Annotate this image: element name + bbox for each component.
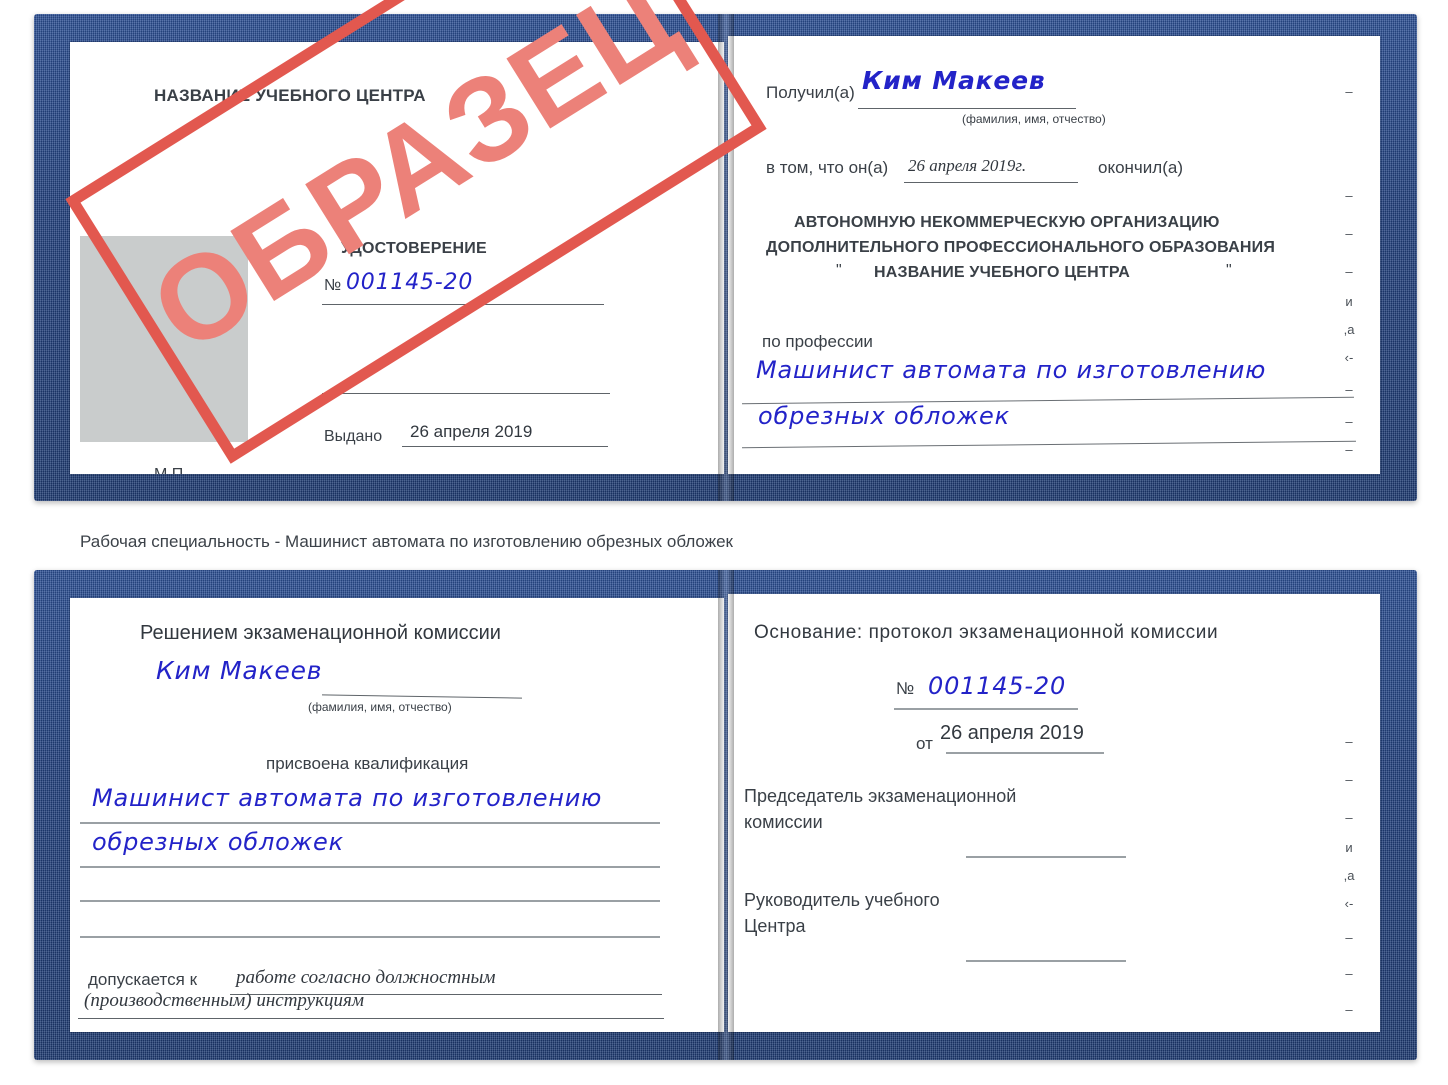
head-label-line-1: Руководитель учебного (744, 890, 940, 910)
edge-fragment: – (1345, 382, 1353, 397)
admitted-rule-2 (78, 1018, 664, 1019)
bottom-left-page: Решением экзаменационной комиссии Ким Ма… (70, 598, 724, 1032)
edge-fragment: – (1345, 810, 1353, 825)
admitted-value-line-1: работе согласно должностным (236, 967, 496, 988)
edge-fragment: – (1345, 734, 1353, 749)
edge-fragment: – (1345, 414, 1353, 429)
edge-fragment: – (1345, 930, 1353, 945)
protocol-date-value: 26 апреля 2019 (940, 722, 1084, 744)
bottom-right-page: Основание: протокол экзаменационной коми… (728, 594, 1380, 1032)
edge-fragment: ‹- (1344, 896, 1354, 911)
edge-fragment: – (1345, 188, 1353, 203)
issued-rule (402, 446, 608, 447)
edge-fragment: – (1345, 966, 1353, 981)
certificate-number-rule (322, 304, 604, 305)
page-caption: Рабочая специальность - Машинист автомат… (80, 532, 733, 551)
edge-fragment: ,а (1343, 868, 1355, 883)
profession-value-line-1: Машинист автомата по изготовлению (756, 356, 1267, 384)
qualification-rule-3 (80, 900, 660, 902)
protocol-date-rule (946, 752, 1104, 754)
completion-date-value: 26 апреля 2019г. (908, 156, 1027, 175)
fio-hint-bottom: (фамилия, имя, отчество) (308, 700, 452, 714)
head-signature-rule (966, 960, 1126, 962)
seal-place-label: М.П. (154, 466, 188, 474)
profession-value-line-2: обрезных обложек (758, 402, 1010, 430)
protocol-number-rule (894, 708, 1078, 710)
edge-fragment: ,а (1343, 322, 1355, 337)
certificate-number-value: 001145-20 (346, 270, 474, 295)
completion-date-rule (904, 182, 1078, 183)
qualification-rule-4 (80, 936, 660, 938)
protocol-number-value: 001145-20 (928, 672, 1067, 700)
qualification-label: присвоена квалификация (266, 754, 469, 773)
edge-fragment: – (1345, 84, 1353, 99)
qualification-value-line-2: обрезных обложек (92, 828, 344, 856)
protocol-date-label: от (916, 734, 933, 753)
edge-fragment: – (1345, 226, 1353, 241)
top-right-page: Получил(а) Ким Макеев (фамилия, имя, отч… (728, 36, 1380, 474)
issued-label: Выдано (324, 428, 383, 445)
decision-title: Решением экзаменационной комиссии (140, 622, 501, 644)
received-rule (858, 108, 1076, 109)
chairman-label-line-1: Председатель экзаменационной (744, 786, 1017, 806)
decision-name-value: Ким Макеев (156, 656, 323, 685)
decision-name-rule (322, 694, 522, 699)
edge-fragment: ‹- (1344, 350, 1354, 365)
qualification-rule-1 (80, 822, 660, 824)
training-center-name-top-left: НАЗВАНИЕ УЧЕБНОГО ЦЕНТРА (154, 86, 426, 105)
received-name-value: Ким Макеев (862, 66, 1046, 95)
that-he-label: в том, что он(а) (766, 158, 889, 177)
issued-date-value: 26 апреля 2019 (410, 422, 533, 441)
organization-quote-open: " (836, 262, 842, 279)
admitted-value-line-2: (производственным) инструкциям (84, 990, 364, 1011)
protocol-number-label: № (896, 679, 915, 698)
edge-fragment: и (1345, 294, 1353, 309)
certificate-number-label: № (324, 277, 342, 294)
chairman-label-line-2: комиссии (744, 812, 823, 832)
profession-rule-2 (742, 440, 1356, 449)
chairman-signature-rule (966, 856, 1126, 858)
organization-quote-close: " (1226, 262, 1232, 279)
certificate-title: УДОСТОВЕРЕНИЕ (341, 240, 487, 257)
edge-fragment: – (1345, 264, 1353, 279)
basis-label: Основание: протокол экзаменационной коми… (754, 622, 1219, 643)
organization-line-3: НАЗВАНИЕ УЧЕБНОГО ЦЕНТРА (874, 264, 1131, 281)
photo-placeholder (80, 236, 248, 442)
organization-line-1: АВТОНОМНУЮ НЕКОММЕРЧЕСКУЮ ОРГАНИЗАЦИЮ (794, 214, 1220, 231)
head-label-line-2: Центра (744, 916, 806, 936)
certificate-book-bottom: Решением экзаменационной комиссии Ким Ма… (34, 570, 1417, 1060)
edge-fragment: – (1345, 772, 1353, 787)
edge-fragment: и (1345, 840, 1353, 855)
fio-hint-top: (фамилия, имя, отчество) (962, 112, 1106, 126)
certificate-book-top: НАЗВАНИЕ УЧЕБНОГО ЦЕНТРА УДОСТОВЕРЕНИЕ №… (34, 14, 1417, 501)
edge-fragment: – (1345, 442, 1353, 457)
received-label: Получил(а) (766, 83, 855, 102)
finished-label: окончил(а) (1098, 158, 1183, 177)
profession-label: по профессии (762, 332, 873, 351)
edge-fragment: – (1345, 1002, 1353, 1017)
admitted-label: допускается к (88, 970, 198, 989)
top-left-page: НАЗВАНИЕ УЧЕБНОГО ЦЕНТРА УДОСТОВЕРЕНИЕ №… (70, 42, 724, 474)
qualification-value-line-1: Машинист автомата по изготовлению (92, 784, 603, 812)
qualification-rule-2 (80, 866, 660, 868)
organization-line-2: ДОПОЛНИТЕЛЬНОГО ПРОФЕССИОНАЛЬНОГО ОБРАЗО… (766, 239, 1276, 256)
blank-rule-1 (322, 393, 610, 394)
